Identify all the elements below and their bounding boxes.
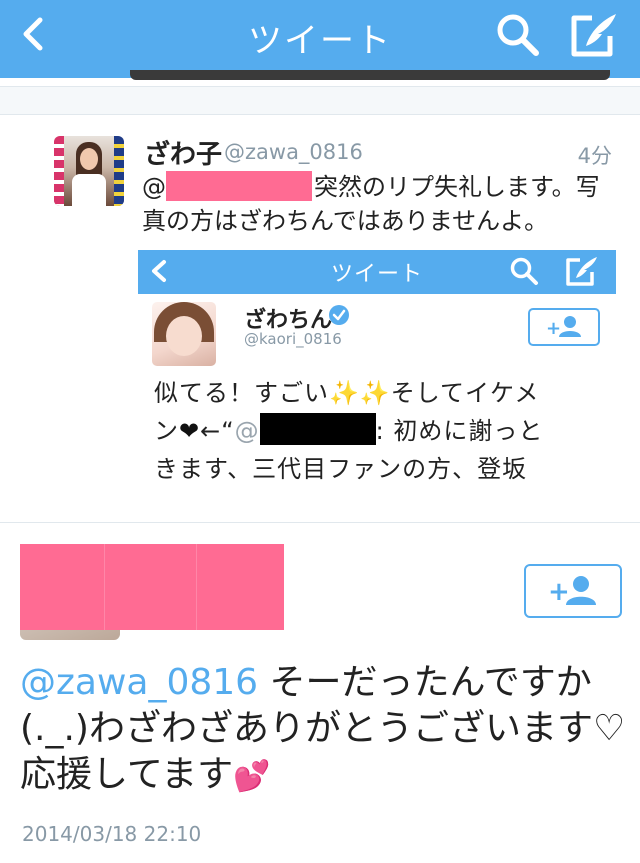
redaction-seam <box>196 544 197 630</box>
redaction-block <box>259 413 376 445</box>
user-handle: @kaori_0816 <box>244 330 342 348</box>
sparkles-emoji: ✨✨ <box>329 379 391 407</box>
compose-icon <box>564 254 600 288</box>
mention-prefix: @ <box>234 417 260 445</box>
avatar[interactable] <box>54 136 124 206</box>
user-name[interactable]: ざわ子 <box>144 134 222 171</box>
search-icon <box>508 256 540 286</box>
svg-text:+: + <box>548 577 570 607</box>
compose-icon[interactable] <box>568 10 620 60</box>
redaction-block <box>20 544 284 630</box>
embedded-title: ツイート <box>330 262 423 287</box>
attached-screenshot[interactable]: ツイート ざわちん @kaori_0816 + 似てる！すごい✨✨そしてイケメン… <box>138 250 616 492</box>
follow-button[interactable]: + <box>524 564 622 618</box>
svg-text:+: + <box>546 318 561 339</box>
section-divider <box>0 86 640 114</box>
heart-emoji: ❤ <box>179 417 201 445</box>
avatar-decoration <box>80 148 98 170</box>
text-segment: きます、三代目ファンの方、登坂 <box>154 455 528 483</box>
user-handle[interactable]: @zawa_0816 <box>224 140 363 164</box>
follow-button: + <box>528 308 600 346</box>
avatar-decoration <box>114 136 124 206</box>
top-navigation-bar: ツイート <box>0 0 640 78</box>
mention-link[interactable]: @zawa_0816 <box>20 662 258 703</box>
embedded-navigation-bar: ツイート <box>138 250 616 294</box>
redaction-block <box>166 171 312 201</box>
text-segment: : 初めに謝っと <box>375 417 544 445</box>
avatar <box>152 302 216 366</box>
embedded-tweet-text: 似てる！すごい✨✨そしてイケメン❤←“@ : 初めに謝っときます、三代目ファンの方… <box>154 374 604 488</box>
text-segment: 似てる！すごい <box>154 379 329 407</box>
redaction-seam <box>104 544 105 630</box>
tweet-body: @ 突然のリプ失礼します。写真の方はざわちんではありませんよ。 <box>142 170 612 238</box>
mention-prefix: @ <box>142 173 166 201</box>
two-hearts-emoji: 💕 <box>233 759 271 794</box>
verified-badge-icon <box>328 304 350 326</box>
reply-tweet-body: @zawa_0816 そーだったんですか(._.)わざわざありがとうございます♡… <box>20 660 630 800</box>
page-title: ツイート <box>248 21 392 61</box>
text-segment: そしてイケメ <box>390 379 540 407</box>
avatar-decoration <box>166 316 202 356</box>
tweet-timestamp: 2014/03/18 22:10 <box>22 822 202 846</box>
tweet-timestamp: 4分 <box>577 144 612 168</box>
text-segment: ン <box>154 417 179 445</box>
divider-line <box>0 522 640 523</box>
search-icon[interactable] <box>494 12 542 58</box>
divider-line <box>0 86 640 87</box>
avatar-decoration <box>72 174 106 206</box>
text-segment: ←“ <box>200 417 235 445</box>
divider-line <box>0 114 640 115</box>
avatar-decoration <box>54 136 64 206</box>
previous-tweet-image <box>130 70 610 80</box>
